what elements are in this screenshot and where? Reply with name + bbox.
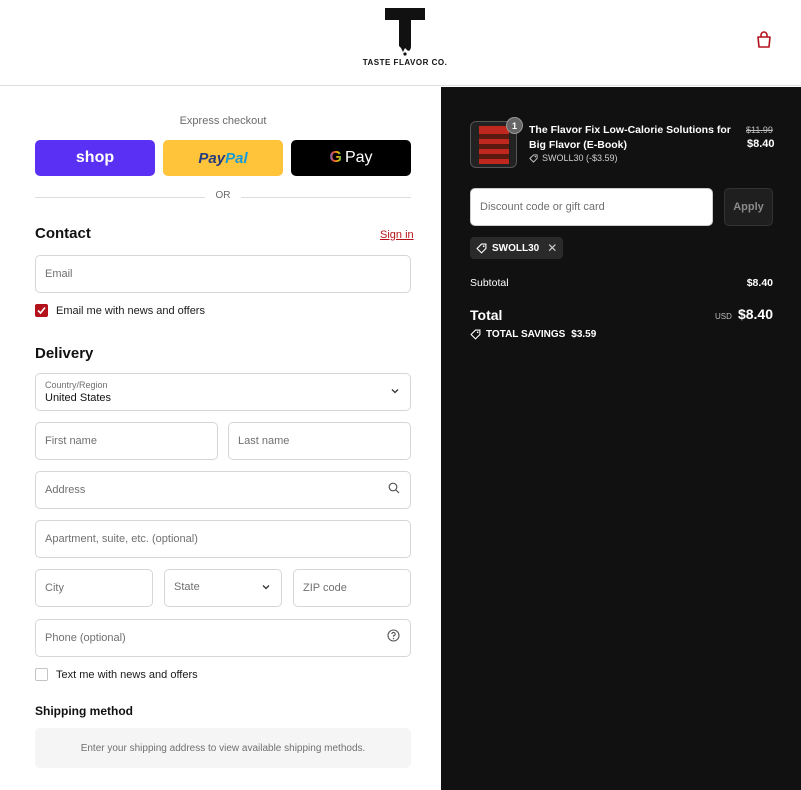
- product-discount-label: SWOLL30 (-$3.59): [542, 153, 618, 163]
- subtotal-label: Subtotal: [470, 277, 509, 289]
- shop-pay-label: shop: [75, 149, 115, 166]
- subtotal-value: $8.40: [746, 277, 773, 289]
- checkbox-unchecked-icon[interactable]: [35, 668, 48, 681]
- address-field[interactable]: Address: [35, 471, 411, 509]
- phone-field[interactable]: Phone (optional): [35, 619, 411, 657]
- zip-placeholder: ZIP code: [303, 582, 347, 594]
- shipping-method-heading: Shipping method: [35, 704, 133, 718]
- product-discount: SWOLL30 (-$3.59): [529, 153, 618, 163]
- contact-heading: Contact: [35, 225, 91, 242]
- address-placeholder: Address: [45, 484, 86, 496]
- cart-icon[interactable]: [754, 30, 774, 50]
- remove-code-icon[interactable]: ✕: [547, 241, 557, 255]
- chevron-down-icon: [390, 383, 400, 401]
- email-field[interactable]: Email: [35, 255, 411, 293]
- zip-field[interactable]: ZIP code: [293, 569, 411, 607]
- country-label: Country/Region: [45, 380, 108, 390]
- applied-code-chip: SWOLL30 ✕: [470, 237, 564, 259]
- last-name-field[interactable]: Last name: [228, 422, 411, 460]
- brand-name: TASTE FLAVOR CO.: [362, 58, 448, 67]
- header: TASTE FLAVOR CO.: [0, 0, 801, 86]
- email-news-label: Email me with news and offers: [56, 304, 205, 317]
- phone-placeholder: Phone (optional): [45, 632, 126, 644]
- tag-icon: [470, 329, 481, 340]
- city-field[interactable]: City: [35, 569, 153, 607]
- shipping-method-message: Enter your shipping address to view avai…: [35, 728, 411, 768]
- first-name-field[interactable]: First name: [35, 422, 218, 460]
- country-value: United States: [45, 392, 112, 404]
- sign-in-link[interactable]: Sign in: [380, 229, 414, 241]
- total-savings-label: TOTAL SAVINGS: [486, 329, 566, 340]
- total-savings-value: $3.59: [571, 329, 597, 340]
- checkbox-checked-icon[interactable]: [35, 304, 48, 317]
- help-icon[interactable]: [387, 629, 400, 647]
- or-label: OR: [215, 190, 231, 201]
- order-summary: 1 The Flavor Fix Low-Calorie Solutions f…: [441, 87, 801, 790]
- apply-button[interactable]: Apply: [724, 188, 773, 226]
- state-select[interactable]: State: [164, 569, 282, 607]
- original-price: $11.99: [746, 125, 773, 135]
- apartment-field[interactable]: Apartment, suite, etc. (optional): [35, 520, 411, 558]
- country-select[interactable]: Country/Region United States: [35, 373, 411, 411]
- text-news-checkbox[interactable]: Text me with news and offers: [35, 668, 198, 681]
- google-g-icon: G: [329, 149, 342, 166]
- applied-code-label: SWOLL30: [492, 242, 540, 254]
- paypal-label-pay: Pay: [198, 149, 226, 167]
- city-placeholder: City: [45, 582, 64, 594]
- paypal-button[interactable]: Pay Pal: [163, 140, 283, 176]
- chevron-down-icon: [261, 579, 271, 597]
- last-name-placeholder: Last name: [238, 435, 290, 447]
- delivery-heading: Delivery: [35, 345, 94, 362]
- email-placeholder: Email: [45, 268, 73, 280]
- first-name-placeholder: First name: [45, 435, 97, 447]
- tag-icon: [476, 243, 487, 254]
- state-placeholder: State: [174, 581, 200, 593]
- brand-logo[interactable]: TASTE FLAVOR CO.: [360, 8, 450, 67]
- total-label: Total: [470, 307, 503, 323]
- total-savings: TOTAL SAVINGS $3.59: [470, 329, 596, 340]
- quantity-badge: 1: [506, 117, 523, 134]
- express-checkout-title: Express checkout: [179, 115, 267, 127]
- product-title: The Flavor Fix Low-Calorie Solutions for…: [529, 124, 731, 151]
- checkout-form: Express checkout shop Pay Pal G Pay OR Co…: [0, 87, 441, 790]
- shop-pay-button[interactable]: shop: [35, 140, 155, 176]
- google-pay-label: Pay: [344, 149, 373, 166]
- product-price: $8.40: [747, 138, 775, 150]
- search-icon: [388, 481, 400, 499]
- paypal-label-pal: Pal: [225, 149, 248, 167]
- or-divider: OR: [35, 190, 411, 204]
- logo-t-icon: [385, 8, 425, 56]
- text-news-label: Text me with news and offers: [56, 668, 198, 681]
- tag-icon: [529, 153, 538, 163]
- email-news-checkbox[interactable]: Email me with news and offers: [35, 304, 205, 317]
- total-value: $8.40: [737, 306, 773, 322]
- discount-placeholder: Discount code or gift card: [480, 201, 605, 213]
- google-pay-button[interactable]: G Pay: [291, 140, 411, 176]
- discount-code-input[interactable]: Discount code or gift card: [470, 188, 713, 226]
- total-currency: USD: [715, 312, 732, 321]
- apartment-placeholder: Apartment, suite, etc. (optional): [45, 533, 198, 545]
